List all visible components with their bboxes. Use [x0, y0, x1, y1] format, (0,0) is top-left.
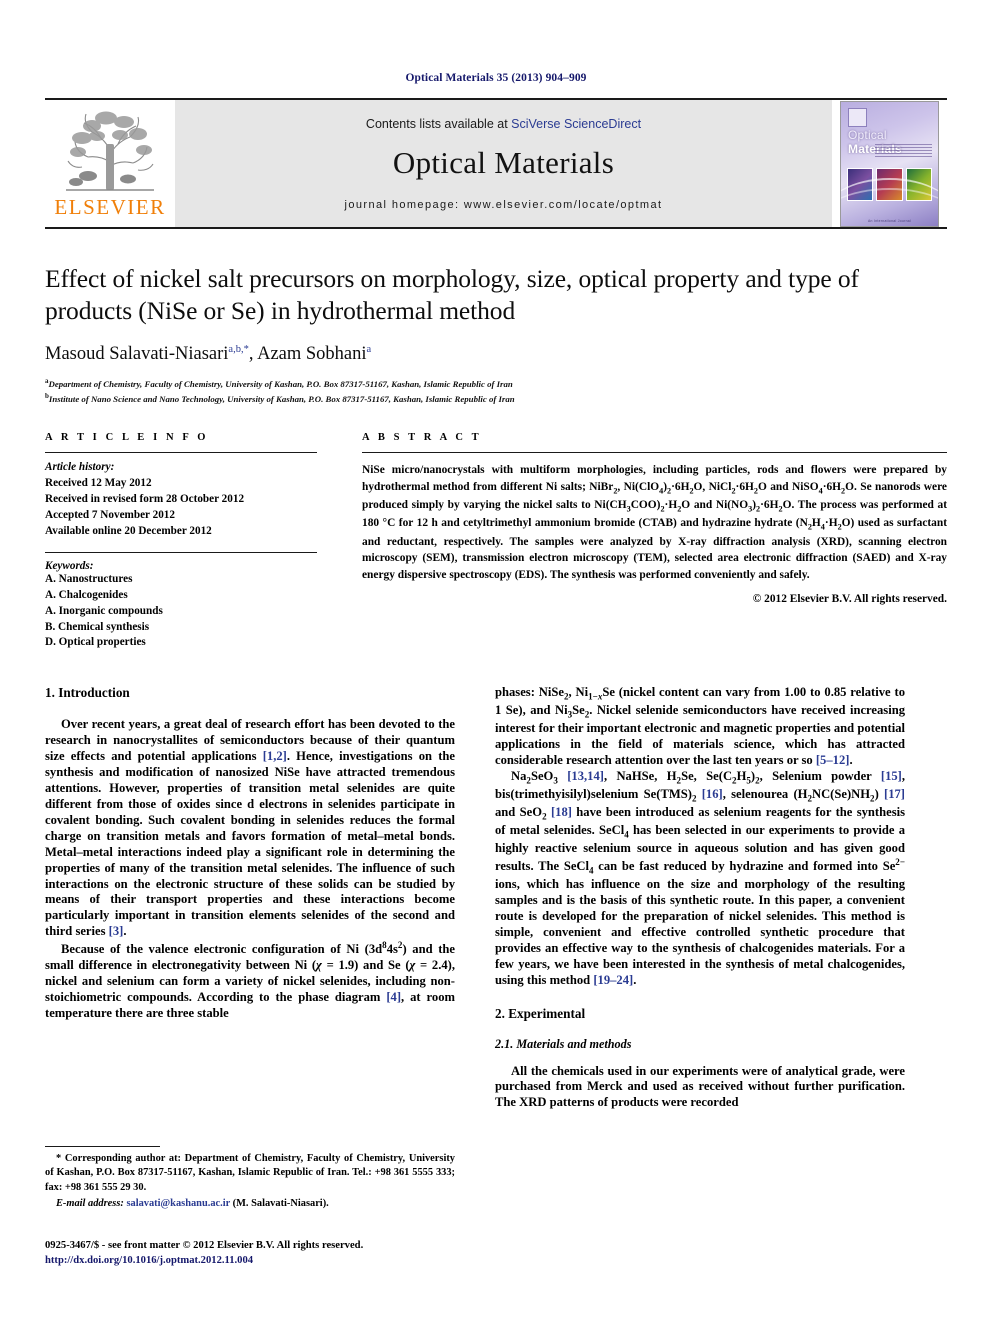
email-owner: (M. Salavati-Niasari).	[232, 1198, 329, 1210]
abstract-column: A B S T R A C T NiSe micro/nanocrystals …	[317, 432, 947, 651]
article-info-column: A R T I C L E I N F O Article history: R…	[45, 432, 317, 651]
history-item: Accepted 7 November 2012	[45, 508, 175, 521]
history-item: Available online 20 December 2012	[45, 524, 212, 537]
paragraph: Over recent years, a great deal of resea…	[45, 717, 455, 939]
affiliation-a-text: Department of Chemistry, Faculty of Chem…	[48, 378, 513, 389]
citation-ref[interactable]: [4]	[386, 990, 401, 1004]
email-note: E-mail address: salavati@kashanu.ac.ir (…	[45, 1197, 455, 1211]
contents-prefix: Contents lists available at	[365, 116, 512, 131]
section-heading-materials-and-methods: 2.1. Materials and methods	[495, 1036, 632, 1051]
cover-footer-text: An International Journal	[867, 218, 911, 223]
abstract-copyright: © 2012 Elsevier B.V. All rights reserved…	[752, 592, 947, 605]
info-abstract-region: A R T I C L E I N F O Article history: R…	[45, 432, 947, 651]
citation-ref[interactable]: [3]	[109, 924, 124, 938]
email-label: E-mail address:	[56, 1198, 124, 1210]
corresponding-author-note: * Corresponding author at: Department of…	[45, 1152, 455, 1195]
elsevier-wordmark: ELSEVIER	[54, 195, 166, 219]
affiliation-a: aDepartment of Chemistry, Faculty of Che…	[45, 376, 513, 389]
masthead-center: Contents lists available at SciVerse Sci…	[175, 100, 832, 227]
colophon: 0925-3467/$ - see front matter © 2012 El…	[45, 1238, 515, 1269]
abstract-rule	[362, 452, 947, 454]
email-note-line: E-mail address: salavati@kashanu.ac.ir (…	[45, 1197, 455, 1211]
citation-ref[interactable]: [16]	[702, 787, 723, 801]
history-item: Received in revised form 28 October 2012	[45, 493, 245, 506]
citation-ref[interactable]: [17]	[884, 787, 905, 801]
journal-cover-thumbnail: Optical Materials An International Journ…	[840, 100, 939, 227]
page-title: Effect of nickel salt precursors on morp…	[45, 264, 859, 325]
citation-ref[interactable]: [13,14]	[567, 769, 604, 783]
paragraph: Na2SeO3 [13,14], NaHSe, H2Se, Se(C2H5)2,…	[495, 769, 906, 987]
citation-ref[interactable]: [18]	[551, 805, 572, 819]
sciencedirect-link[interactable]: SciVerse ScienceDirect	[511, 117, 641, 131]
cover-subtitle-lines	[875, 143, 932, 158]
running-head: Optical Materials 35 (2013) 904–909	[405, 72, 587, 84]
paragraph: phases: NiSe2, Ni1−xSe (nickel content c…	[495, 685, 906, 768]
journal-masthead: ELSEVIER Contents lists available at Sci…	[45, 98, 947, 229]
keywords-label: Keywords:	[45, 559, 94, 572]
paragraph: All the chemicals used in our experiment…	[495, 1063, 905, 1110]
masthead-right: Optical Materials An International Journ…	[832, 100, 947, 227]
footnote-area: * Corresponding author at: Department of…	[45, 1146, 455, 1211]
issn-copyright-line: 0925-3467/$ - see front matter © 2012 El…	[45, 1240, 364, 1251]
affiliation-b: bInstitute of Nano Science and Nano Tech…	[45, 391, 515, 404]
body-column-right: phases: NiSe2, Ni1−xSe (nickel content c…	[495, 685, 905, 1165]
affiliations: aDepartment of Chemistry, Faculty of Che…	[45, 376, 947, 405]
citation-ref[interactable]: [15]	[881, 769, 902, 783]
paragraph: Because of the valence electronic config…	[45, 940, 455, 1021]
keyword-item: A. Nanostructures	[45, 572, 133, 585]
section-heading-introduction: 1. Introduction	[45, 685, 130, 701]
doi-link[interactable]: http://dx.doi.org/10.1016/j.optmat.2012.…	[45, 1253, 515, 1268]
title-block: Effect of nickel salt precursors on morp…	[45, 263, 947, 405]
elsevier-tree-icon	[66, 111, 154, 191]
article-info-rule	[45, 452, 317, 454]
keyword-list: A. Nanostructures A. Chalcogenides A. In…	[45, 572, 317, 652]
body-columns: 1. Introduction Over recent years, a gre…	[45, 685, 947, 1165]
keyword-item: B. Chemical synthesis	[45, 620, 150, 633]
cover-publisher-icon	[848, 107, 867, 127]
keywords-rule	[45, 551, 317, 553]
citation-ref[interactable]: [1,2]	[263, 749, 287, 763]
journal-title: Optical Materials	[392, 144, 615, 180]
history-item: Received 12 May 2012	[45, 477, 152, 490]
author-list: Masoud Salavati-Niasaria,b,*, Azam Sobha…	[45, 343, 372, 364]
email-link[interactable]: salavati@kashanu.ac.ir	[126, 1198, 230, 1209]
cover-title-part1: Optical	[848, 127, 887, 142]
journal-homepage-line[interactable]: journal homepage: www.elsevier.com/locat…	[345, 199, 663, 211]
author-1: Masoud Salavati-Niasari	[45, 343, 229, 364]
keyword-item: A. Chalcogenides	[45, 588, 128, 601]
paper-page: Optical Materials 35 (2013) 904–909 ELSE…	[0, 0, 992, 1323]
keyword-item: A. Inorganic compounds	[45, 604, 163, 617]
footnote-divider	[45, 1146, 160, 1147]
contents-available-line: Contents lists available at SciVerse Sci…	[366, 117, 641, 131]
abstract-heading: A B S T R A C T	[362, 432, 482, 444]
keyword-item: D. Optical properties	[45, 636, 146, 649]
corresponding-author-text: * Corresponding author at: Department of…	[45, 1153, 455, 1193]
affiliation-b-text: Institute of Nano Science and Nano Techn…	[48, 393, 515, 404]
citation-ref[interactable]: [5–12]	[816, 753, 850, 767]
author-1-affil-marker[interactable]: a,b,*	[228, 344, 248, 355]
article-history: Article history: Received 12 May 2012 Re…	[45, 460, 317, 540]
article-history-label: Article history:	[45, 461, 115, 474]
abstract-text: NiSe micro/nanocrystals with multiform m…	[362, 464, 947, 581]
author-2: Azam Sobhani	[257, 343, 367, 364]
publisher-logo: ELSEVIER	[45, 100, 175, 227]
section-heading-experimental: 2. Experimental	[495, 1005, 586, 1021]
citation-ref[interactable]: [19–24]	[593, 973, 633, 987]
article-info-heading: A R T I C L E I N F O	[45, 432, 209, 444]
author-2-affil-marker[interactable]: a	[367, 344, 372, 355]
body-column-left: 1. Introduction Over recent years, a gre…	[45, 685, 455, 1165]
